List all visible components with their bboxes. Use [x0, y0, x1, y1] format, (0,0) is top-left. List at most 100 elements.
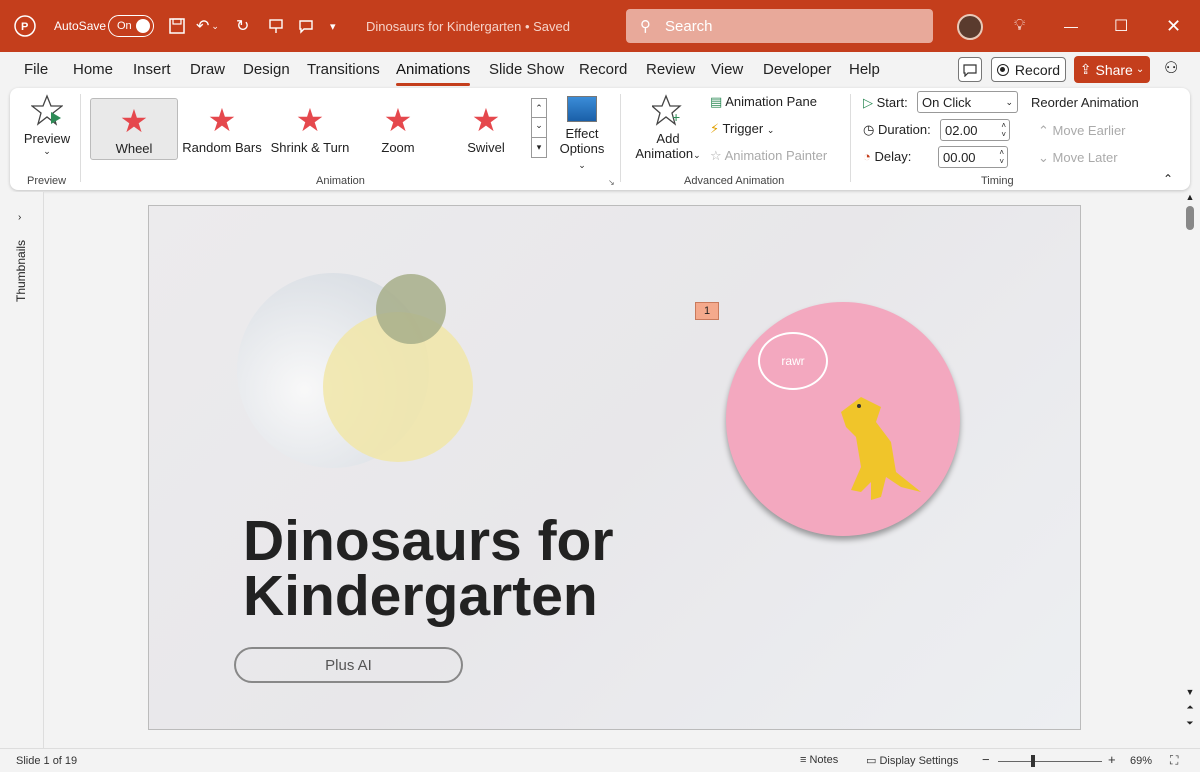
plus-ai-button[interactable]: Plus AI — [234, 647, 463, 683]
comments-button[interactable] — [958, 57, 982, 82]
zoom-level[interactable]: 69% — [1130, 755, 1152, 767]
animation-wheel[interactable]: ★ Wheel — [90, 98, 178, 160]
gallery-down-button[interactable]: ⌄ — [531, 118, 547, 138]
accessibility-person-icon[interactable]: ⚇ — [1164, 58, 1178, 78]
group-label-preview: Preview — [27, 175, 67, 187]
zoom-in-icon[interactable]: + — [1108, 752, 1116, 767]
move-later-button[interactable]: ⌄ Move Later — [1038, 150, 1118, 166]
dialog-launcher-icon[interactable]: ↘ — [608, 178, 615, 187]
tab-developer[interactable]: Developer — [763, 61, 831, 78]
trigger-button[interactable]: ⚡︎ Trigger ⌄ — [710, 121, 774, 137]
divider — [620, 94, 621, 182]
tab-animations[interactable]: Animations — [396, 61, 470, 78]
scroll-down-icon[interactable]: ▼ — [1183, 687, 1197, 697]
active-tab-indicator — [396, 83, 470, 86]
lightning-icon: ⚡︎ — [710, 121, 720, 136]
previous-slide-icon[interactable]: ⏶ — [1183, 702, 1197, 713]
start-select[interactable]: On Click ⌄ — [917, 91, 1018, 113]
thumbnails-label[interactable]: Thumbnails — [14, 240, 28, 302]
tab-review[interactable]: Review — [646, 61, 695, 78]
slide-title-line-1: Dinosaurs for — [243, 509, 614, 573]
maximize-icon[interactable]: ☐ — [1114, 0, 1128, 52]
tab-slide-show[interactable]: Slide Show — [489, 61, 564, 78]
search-input[interactable]: ⚲ Search — [626, 9, 933, 43]
chevron-down-icon: ⌄ — [1038, 150, 1049, 165]
move-earlier-button[interactable]: ⌃ Move Earlier — [1038, 123, 1126, 139]
fit-slide-icon[interactable]: ⛶ — [1170, 753, 1178, 768]
tab-view[interactable]: View — [711, 61, 743, 78]
tab-file[interactable]: File — [24, 61, 48, 78]
redo-icon[interactable]: ↻ — [236, 0, 249, 52]
delay-field[interactable]: 00.00 ˄ ˅ — [938, 146, 1008, 168]
add-animation-button[interactable]: + Add Animation⌄ — [628, 94, 708, 161]
close-icon[interactable]: ✕ — [1166, 0, 1181, 52]
divider — [850, 94, 851, 182]
preview-button[interactable]: Preview ⌄ — [20, 94, 74, 157]
tab-home[interactable]: Home — [73, 61, 113, 78]
animation-shrink-turn[interactable]: ★ Shrink & Turn — [266, 98, 354, 160]
title-bar: P AutoSave On ↶ ⌄ ↻ ▾ Dinosaurs for Kinde… — [0, 0, 1200, 52]
document-title: Dinosaurs for Kindergarten • Saved — [366, 18, 570, 34]
minimize-icon[interactable]: — — [1064, 0, 1078, 52]
divider — [80, 94, 81, 182]
animation-label: Swivel — [467, 140, 505, 155]
gallery-up-button[interactable]: ⌃ — [531, 98, 547, 118]
slide-canvas[interactable]: 1 rawr Dinosaurs for Kindergarten Plus A… — [148, 205, 1081, 730]
expand-thumbnails-icon[interactable]: › — [18, 212, 21, 223]
autosave-toggle[interactable]: On — [108, 0, 154, 52]
duration-field[interactable]: 02.00 ˄ ˅ — [940, 119, 1010, 141]
scroll-up-icon[interactable]: ▲ — [1183, 192, 1197, 202]
dinosaur-photo[interactable]: rawr — [726, 302, 960, 536]
tab-transitions[interactable]: Transitions — [307, 61, 380, 78]
gallery-scroll: ⌃ ⌄ ▾ — [531, 98, 547, 160]
scroll-thumb[interactable] — [1186, 206, 1194, 230]
animation-pane-icon: ▤ — [710, 94, 723, 109]
zoom-out-icon[interactable]: − — [982, 752, 990, 767]
lightbulb-icon[interactable]: 💡︎ — [1014, 0, 1025, 52]
effect-options-button[interactable]: Effect Options ⌄ — [558, 96, 606, 171]
animation-pane-button[interactable]: ▤ Animation Pane — [710, 94, 817, 110]
customize-toolbar-icon[interactable]: ▾ — [330, 0, 336, 52]
record-button[interactable]: Record — [991, 57, 1066, 82]
collapse-ribbon-icon[interactable]: ⌃ — [1163, 172, 1173, 186]
olive-circle — [376, 274, 446, 344]
record-label: Record — [1014, 61, 1061, 78]
display-settings-button[interactable]: ▭ Display Settings — [866, 754, 958, 767]
spinner-icon[interactable]: ˄ ˅ — [999, 148, 1004, 166]
animation-pane-label: Animation Pane — [725, 94, 817, 109]
delay-value: 00.00 — [943, 149, 976, 165]
animation-order-tag[interactable]: 1 — [695, 302, 719, 320]
tab-design[interactable]: Design — [243, 61, 290, 78]
slide-title-line-2: Kindergarten — [243, 564, 598, 628]
tab-insert[interactable]: Insert — [133, 61, 171, 78]
zoom-slider-thumb[interactable] — [1031, 755, 1035, 767]
tab-record[interactable]: Record — [579, 61, 627, 78]
speech-bubble: rawr — [758, 332, 828, 390]
animation-zoom[interactable]: ★ Zoom — [354, 98, 442, 160]
effect-options-label-1: Effect — [565, 126, 599, 141]
spinner-icon[interactable]: ˄ ˅ — [1001, 121, 1006, 139]
undo-icon[interactable]: ↶ ⌄ — [196, 0, 219, 52]
next-slide-icon[interactable]: ⏷ — [1183, 718, 1197, 729]
notes-button[interactable]: ≡ Notes — [800, 754, 838, 766]
animation-swivel[interactable]: ★ Swivel — [442, 98, 530, 160]
share-button[interactable]: ⇪ Share ⌄ — [1074, 56, 1150, 83]
autosave-label: AutoSave — [54, 19, 107, 33]
record-icon — [996, 63, 1009, 76]
comment-icon[interactable] — [298, 0, 314, 52]
slide-title[interactable]: Dinosaurs for Kindergarten — [243, 509, 614, 628]
present-icon[interactable] — [268, 0, 284, 52]
avatar[interactable] — [957, 14, 983, 40]
tab-help[interactable]: Help — [849, 61, 880, 78]
animation-painter-button[interactable]: ☆ Animation Painter — [710, 148, 827, 164]
preview-label: Preview — [23, 131, 71, 146]
preview-star-icon — [30, 94, 64, 126]
save-icon[interactable] — [168, 0, 186, 52]
zoom-slider[interactable] — [998, 761, 1102, 762]
chevron-down-icon: ⌄ — [1135, 64, 1145, 75]
vertical-scrollbar[interactable]: ▲ ▼ ⏶ ⏷ — [1183, 192, 1197, 748]
gallery-more-button[interactable]: ▾ — [531, 138, 547, 158]
tab-draw[interactable]: Draw — [190, 61, 225, 78]
animation-random-bars[interactable]: ★ Random Bars — [178, 98, 266, 160]
star-icon: ★ — [383, 102, 413, 138]
